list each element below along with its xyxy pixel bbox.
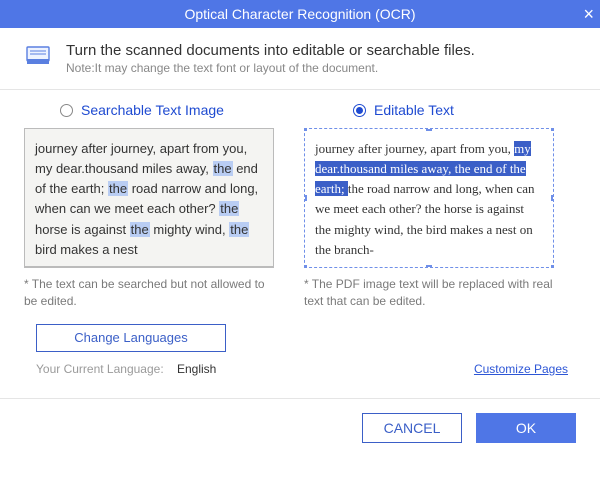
current-language-label: Your Current Language: English: [36, 362, 216, 376]
option-label: Searchable Text Image: [81, 102, 224, 118]
language-row: Change Languages: [0, 310, 600, 352]
resize-handle[interactable]: [304, 195, 307, 201]
header-title: Turn the scanned documents into editable…: [66, 42, 475, 59]
searchable-note: * The text can be searched but not allow…: [24, 276, 274, 310]
radio-icon: [353, 104, 366, 117]
resize-handle[interactable]: [426, 128, 432, 131]
customize-pages-link[interactable]: Customize Pages: [474, 362, 576, 376]
resize-handle[interactable]: [426, 265, 432, 268]
editable-preview[interactable]: journey after journey, apart from you, m…: [304, 128, 554, 268]
left-pane: journey after journey, apart from you, m…: [24, 128, 274, 310]
ok-button[interactable]: OK: [476, 413, 576, 443]
option-editable[interactable]: Editable Text: [283, 102, 576, 118]
option-searchable[interactable]: Searchable Text Image: [24, 102, 283, 118]
resize-handle[interactable]: [304, 128, 307, 131]
mode-options: Searchable Text Image Editable Text: [0, 90, 600, 122]
titlebar: Optical Character Recognition (OCR) ×: [0, 0, 600, 28]
current-language-value: English: [177, 362, 216, 376]
change-languages-button[interactable]: Change Languages: [36, 324, 226, 352]
scanner-icon: [24, 42, 52, 70]
window-title: Optical Character Recognition (OCR): [184, 6, 415, 22]
resize-handle[interactable]: [551, 128, 554, 131]
resize-handle[interactable]: [551, 195, 554, 201]
preview-panes: journey after journey, apart from you, m…: [0, 122, 600, 310]
language-line: Your Current Language: English Customize…: [0, 352, 600, 376]
header-text: Turn the scanned documents into editable…: [66, 42, 475, 75]
right-pane: journey after journey, apart from you, m…: [304, 128, 554, 310]
editable-note: * The PDF image text will be replaced wi…: [304, 276, 554, 310]
searchable-preview: journey after journey, apart from you, m…: [24, 128, 274, 268]
header-note: Note:It may change the text font or layo…: [66, 61, 475, 75]
close-icon[interactable]: ×: [583, 0, 594, 28]
footer: CANCEL OK: [0, 398, 600, 457]
option-label: Editable Text: [374, 102, 454, 118]
resize-handle[interactable]: [551, 265, 554, 268]
resize-handle[interactable]: [304, 265, 307, 268]
radio-icon: [60, 104, 73, 117]
cancel-button[interactable]: CANCEL: [362, 413, 462, 443]
header: Turn the scanned documents into editable…: [0, 28, 600, 90]
